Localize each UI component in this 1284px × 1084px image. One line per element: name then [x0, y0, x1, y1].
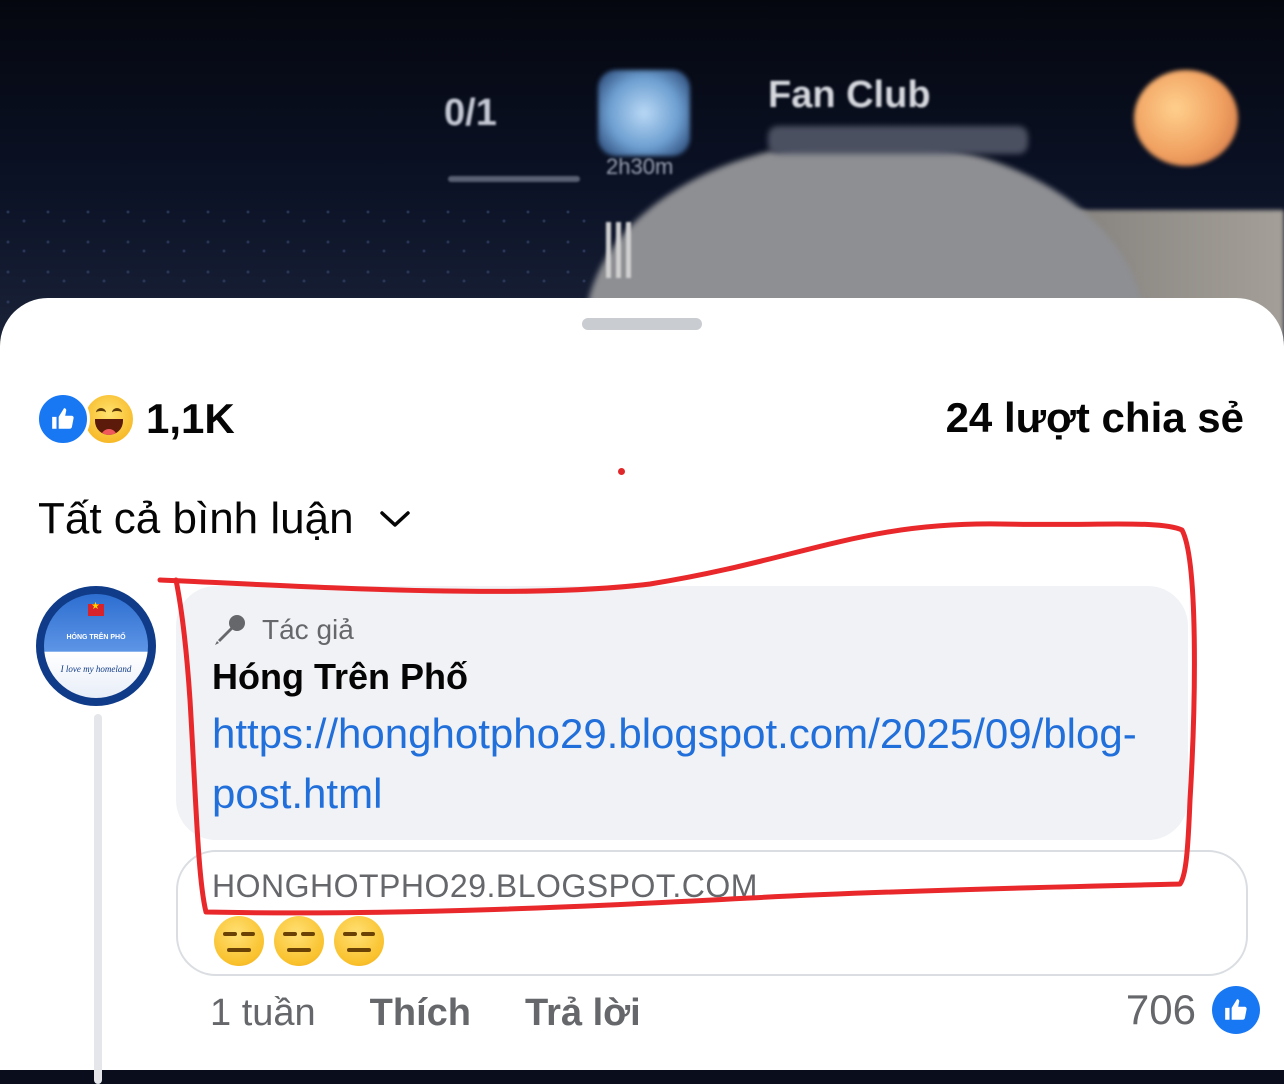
reaction-count: 1,1K	[146, 395, 235, 442]
annotation-dot	[618, 468, 625, 475]
overlay-timer: 2h30m	[606, 154, 674, 179]
link-preview-emojis	[214, 916, 394, 966]
comment-bubble[interactable]: Tác giả Hóng Trên Phố https://honghotpho…	[176, 586, 1188, 840]
overlay-bars	[606, 222, 636, 278]
comment-time: 1 tuần	[210, 992, 316, 1034]
expressionless-icon	[334, 916, 384, 966]
avatar-image: HÓNG TRÊN PHỐ I love my homeland	[44, 594, 148, 698]
overlay-fan-club-subtitle	[768, 126, 1028, 154]
avatar-subtitle: I love my homeland	[60, 664, 132, 674]
chevron-down-icon	[379, 511, 410, 527]
commenter-avatar[interactable]: HÓNG TRÊN PHỐ I love my homeland	[36, 586, 156, 706]
microphone-icon	[215, 615, 245, 645]
share-count[interactable]: 24 lượt chia sẻ	[946, 394, 1244, 442]
expressionless-icon	[214, 916, 264, 966]
overlay-fan-club-title[interactable]: Fan Club	[768, 74, 931, 117]
comment-actions: 1 tuần Thích Trả lời	[210, 992, 641, 1035]
like-icon	[36, 392, 90, 446]
comments-filter-label: Tất cả bình luận	[38, 494, 354, 543]
comments-sheet: 1,1K 24 lượt chia sẻ Tất cả bình luận HÓ…	[0, 298, 1284, 1084]
reaction-summary[interactable]: 1,1K	[36, 392, 235, 446]
overlay-progress-bar	[448, 176, 580, 182]
like-icon	[1212, 986, 1260, 1034]
comment-like-button[interactable]: Thích	[370, 992, 471, 1035]
link-preview-domain: HONGHOTPHO29.BLOGSPOT.COM	[212, 868, 758, 904]
comment-reply-button[interactable]: Trả lời	[525, 992, 641, 1035]
vietnam-flag-icon	[88, 601, 104, 616]
link-preview-card[interactable]: HONGHOTPHO29.BLOGSPOT.COM	[176, 850, 1248, 976]
comment-like-count-number: 706	[1125, 986, 1196, 1033]
overlay-progress-count: 0/1	[444, 92, 497, 134]
comment-like-count[interactable]: 706	[1126, 986, 1260, 1034]
sheet-drag-handle[interactable]	[582, 318, 702, 330]
comment-author-name[interactable]: Hóng Trên Phố	[212, 656, 468, 698]
comments-filter-dropdown[interactable]: Tất cả bình luận	[38, 494, 412, 544]
overlay-sticker-icon	[1134, 70, 1238, 166]
author-badge: Tác giả	[262, 614, 354, 645]
avatar-title: HÓNG TRÊN PHỐ	[66, 634, 126, 641]
thread-line	[94, 714, 102, 1084]
comment-link[interactable]: https://honghotpho29.blogspot.com/2025/0…	[212, 704, 1172, 824]
expressionless-icon	[274, 916, 324, 966]
live-video-background[interactable]: 0/1 2h30m Fan Club	[0, 0, 1284, 340]
haha-icon	[82, 392, 136, 446]
overlay-crystal-icon	[598, 70, 690, 156]
author-badge-row: Tác giả	[212, 612, 354, 648]
